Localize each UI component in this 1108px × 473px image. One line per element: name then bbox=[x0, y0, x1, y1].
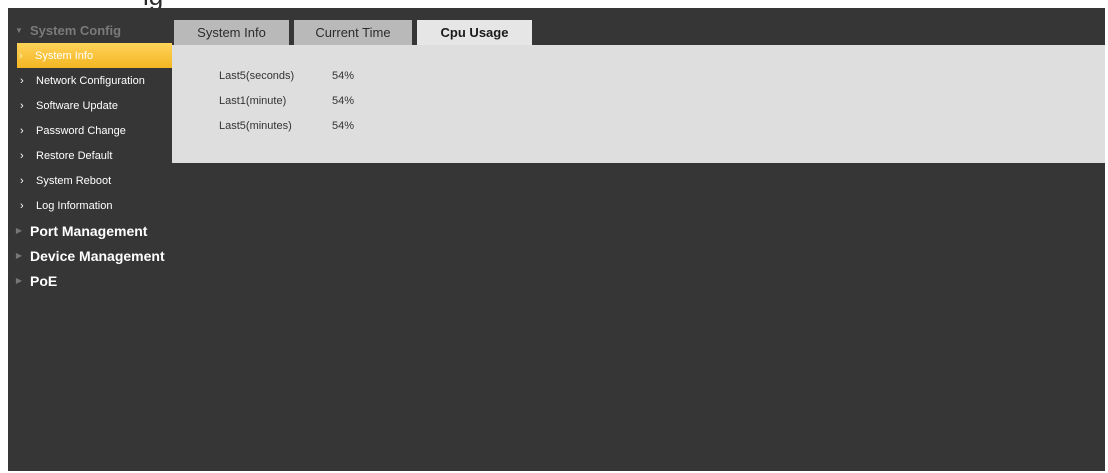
sidebar-group-label: Device Management bbox=[30, 247, 165, 264]
sidebar: ▼ System Config › System Info › Network … bbox=[8, 18, 172, 293]
cpu-usage-label: Last5(seconds) bbox=[219, 70, 295, 82]
cpu-usage-panel: Last5(seconds) 54% Last1(minute) 54% Las… bbox=[172, 45, 1105, 163]
sidebar-item-label: Restore Default bbox=[36, 149, 113, 162]
triangle-down-icon: ▼ bbox=[15, 26, 23, 35]
cropped-heading-fragment: ig bbox=[0, 0, 1108, 8]
cpu-usage-row: Last1(minute) 54% bbox=[219, 95, 392, 107]
chevron-right-icon: › bbox=[20, 174, 24, 187]
sidebar-item-label: System Info bbox=[35, 49, 94, 62]
sidebar-item-system-info[interactable]: › System Info bbox=[17, 43, 172, 68]
sidebar-group-label: System Config bbox=[30, 23, 122, 38]
cpu-usage-row: Last5(seconds) 54% bbox=[219, 70, 392, 82]
tab-system-info[interactable]: System Info bbox=[174, 20, 289, 45]
cpu-usage-value: 54% bbox=[332, 95, 355, 107]
chevron-right-icon: › bbox=[20, 74, 24, 87]
tab-current-time[interactable]: Current Time bbox=[294, 20, 412, 45]
sidebar-group-device-management[interactable]: ▶ Device Management bbox=[8, 243, 172, 268]
sidebar-item-label: Password Change bbox=[36, 124, 126, 137]
sidebar-group-poe[interactable]: ▶ PoE bbox=[8, 268, 172, 293]
sidebar-item-network-configuration[interactable]: › Network Configuration bbox=[8, 68, 172, 93]
sidebar-item-label: Network Configuration bbox=[36, 74, 145, 87]
triangle-right-icon: ▶ bbox=[15, 276, 23, 285]
sidebar-item-label: Log Information bbox=[36, 199, 113, 212]
cpu-usage-value: 54% bbox=[332, 120, 355, 132]
sidebar-group-system-config[interactable]: ▼ System Config bbox=[8, 18, 172, 43]
tab-bar: System Info Current Time Cpu Usage bbox=[174, 20, 537, 46]
cpu-usage-label: Last1(minute) bbox=[219, 95, 287, 107]
sidebar-item-label: Software Update bbox=[36, 99, 118, 112]
tab-cpu-usage[interactable]: Cpu Usage bbox=[417, 20, 532, 46]
triangle-right-icon: ▶ bbox=[15, 226, 23, 235]
triangle-right-icon: ▶ bbox=[15, 251, 23, 260]
sidebar-group-label: Port Management bbox=[30, 222, 148, 239]
sidebar-item-log-information[interactable]: › Log Information bbox=[8, 193, 172, 218]
chevron-right-icon: › bbox=[20, 124, 24, 137]
cpu-usage-label: Last5(minutes) bbox=[219, 120, 292, 132]
cpu-usage-value: 54% bbox=[332, 70, 355, 82]
sidebar-item-software-update[interactable]: › Software Update bbox=[8, 93, 172, 118]
chevron-right-icon: › bbox=[20, 149, 24, 162]
sidebar-item-system-reboot[interactable]: › System Reboot bbox=[8, 168, 172, 193]
sidebar-group-label: PoE bbox=[30, 272, 58, 289]
cpu-usage-row: Last5(minutes) 54% bbox=[219, 120, 392, 132]
sidebar-item-password-change[interactable]: › Password Change bbox=[8, 118, 172, 143]
sidebar-item-restore-default[interactable]: › Restore Default bbox=[8, 143, 172, 168]
sidebar-item-label: System Reboot bbox=[36, 174, 112, 187]
chevron-right-icon: › bbox=[20, 99, 24, 112]
chevron-right-icon: › bbox=[20, 199, 24, 212]
sidebar-group-port-management[interactable]: ▶ Port Management bbox=[8, 218, 172, 243]
chevron-right-icon: › bbox=[19, 49, 23, 62]
app-window: ▼ System Config › System Info › Network … bbox=[8, 8, 1105, 471]
